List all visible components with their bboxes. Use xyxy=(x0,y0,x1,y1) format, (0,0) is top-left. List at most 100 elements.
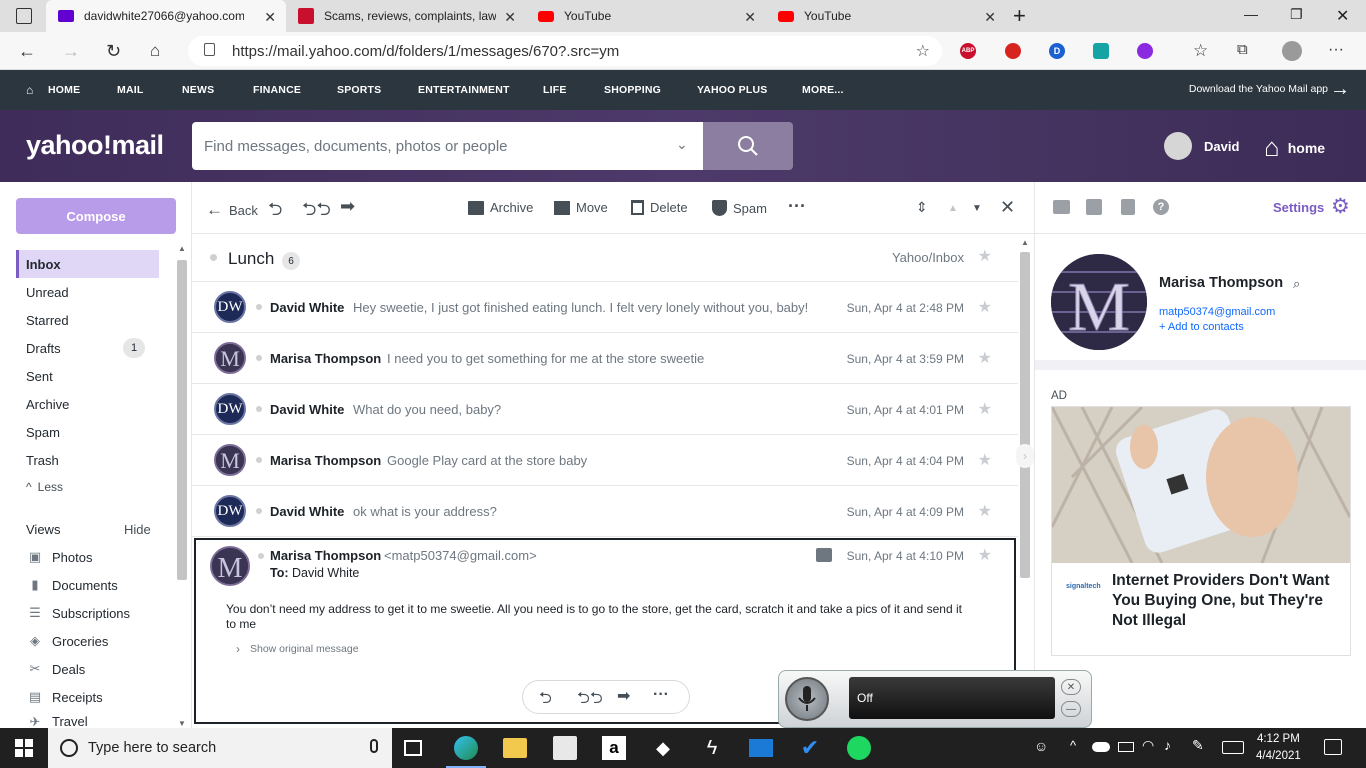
scroll-up-icon[interactable]: ▲ xyxy=(1021,238,1029,247)
nav-entertainment[interactable]: ENTERTAINMENT xyxy=(418,84,510,96)
star-icon[interactable]: ★ xyxy=(978,501,992,521)
more-options-icon[interactable]: ··· xyxy=(653,686,669,704)
star-icon[interactable]: ★ xyxy=(978,297,992,317)
archive-button[interactable]: Archive xyxy=(468,200,533,215)
print-icon[interactable] xyxy=(816,548,832,562)
star-icon[interactable]: ★ xyxy=(978,399,992,419)
reply-all-icon[interactable]: ⮌⮌ xyxy=(577,687,603,714)
scroll-up-icon[interactable]: ▲ xyxy=(178,244,186,253)
message-row[interactable]: DW David White Hey sweetie, I just got f… xyxy=(192,282,1018,333)
folder-inbox[interactable]: Inbox xyxy=(16,250,159,278)
tab-actions-icon[interactable] xyxy=(16,8,32,24)
message-scroll-thumb[interactable] xyxy=(1020,252,1030,578)
compose-button[interactable]: Compose xyxy=(16,198,176,234)
profile-avatar[interactable] xyxy=(1282,41,1302,61)
add-favorite-icon[interactable]: ☆ xyxy=(916,41,930,61)
folder-starred[interactable]: Starred xyxy=(16,306,159,334)
forward-arrow-icon[interactable]: → xyxy=(62,41,80,62)
home-icon[interactable]: ⌂ xyxy=(150,41,160,61)
todo-icon[interactable]: ✔ xyxy=(798,735,822,760)
star-extension-icon[interactable] xyxy=(1005,43,1021,59)
recipient-name[interactable]: David White xyxy=(292,566,359,580)
restore-icon[interactable]: ❐ xyxy=(1290,6,1303,23)
keyboard-icon[interactable] xyxy=(1222,741,1244,754)
arrow-right-icon[interactable]: → xyxy=(1330,78,1350,101)
expand-view-icon[interactable]: ⇕ xyxy=(916,199,928,216)
folder-drafts[interactable]: Drafts 1 xyxy=(16,334,159,362)
more-menu-icon[interactable]: ··· xyxy=(1328,41,1344,59)
user-menu[interactable]: David xyxy=(1164,132,1239,160)
hide-views-link[interactable]: Hide xyxy=(124,522,151,537)
file-explorer-icon[interactable] xyxy=(503,738,527,758)
nav-shopping[interactable]: SHOPPING xyxy=(604,84,661,96)
taskbar-search-input[interactable]: Type here to search xyxy=(48,728,392,768)
next-message-icon[interactable]: ▼ xyxy=(972,203,982,214)
reply-icon[interactable]: ⮌ xyxy=(268,197,282,227)
folder-spam[interactable]: Spam xyxy=(16,418,159,446)
view-documents[interactable]: ▮ Documents xyxy=(26,574,117,596)
tab-scams[interactable]: Scams, reviews, complaints, laws ✕ xyxy=(286,0,526,32)
tab-yahoo-mail[interactable]: davidwhite27066@yahoo.com - Y ✕ xyxy=(46,0,286,32)
help-icon[interactable]: ? xyxy=(1153,199,1169,215)
show-original-link[interactable]: › Show original message xyxy=(236,642,359,656)
nav-mail[interactable]: MAIL xyxy=(117,84,143,96)
edge-browser-icon[interactable] xyxy=(454,736,478,760)
tab-youtube-1[interactable]: YouTube ✕ xyxy=(526,0,766,32)
message-row[interactable]: DW David White ok what is your address? … xyxy=(192,486,1018,537)
star-icon[interactable]: ★ xyxy=(978,246,992,266)
nav-more[interactable]: MORE... xyxy=(802,84,844,96)
back-button[interactable]: ← Back xyxy=(206,200,258,220)
sidebar-scroll-thumb[interactable] xyxy=(177,260,187,580)
reply-icon[interactable]: ⮌ xyxy=(539,687,552,714)
spam-button[interactable]: Spam xyxy=(712,200,767,216)
pen-icon[interactable]: ✎ xyxy=(1192,737,1204,754)
search-button[interactable] xyxy=(703,122,793,170)
star-icon[interactable]: ★ xyxy=(978,545,992,565)
nav-sports[interactable]: SPORTS xyxy=(337,84,381,96)
minimize-icon[interactable]: — xyxy=(1244,6,1258,22)
yahoo-mail-logo[interactable]: yahoo!mail xyxy=(26,130,164,161)
contact-email[interactable]: matp50374@gmail.com xyxy=(1159,306,1275,318)
folder-archive[interactable]: Archive xyxy=(16,390,159,418)
wifi-icon[interactable]: ◠ xyxy=(1142,737,1154,754)
tray-chevron-icon[interactable]: ^ xyxy=(1070,738,1076,753)
spotify-icon[interactable] xyxy=(847,736,871,760)
home-link[interactable]: ⌂ home xyxy=(1264,132,1325,163)
nav-yahoo-plus[interactable]: YAHOO PLUS xyxy=(697,84,767,96)
back-arrow-icon[interactable]: ← xyxy=(18,41,36,62)
message-row[interactable]: DW David White What do you need, baby? S… xyxy=(192,384,1018,435)
message-row[interactable]: M Marisa Thompson I need you to get some… xyxy=(192,333,1018,384)
microphone-icon[interactable] xyxy=(370,739,378,753)
new-tab-icon[interactable]: + xyxy=(1013,3,1026,29)
notifications-icon[interactable] xyxy=(1324,739,1342,755)
mail-app-icon[interactable] xyxy=(749,739,773,757)
close-tab-icon[interactable]: ✕ xyxy=(264,9,276,26)
favorites-icon[interactable]: ☆ xyxy=(1193,41,1208,61)
chevron-down-icon[interactable]: ⌄ xyxy=(676,136,688,153)
delete-button[interactable]: Delete xyxy=(631,200,688,215)
search-input[interactable]: Find messages, documents, photos or peop… xyxy=(192,122,703,170)
url-field[interactable]: https://mail.yahoo.com/d/folders/1/messa… xyxy=(188,36,942,66)
battery-icon[interactable] xyxy=(1118,742,1134,752)
volume-icon[interactable]: ♪ xyxy=(1164,737,1171,753)
star-icon[interactable]: ★ xyxy=(978,348,992,368)
teal-extension-icon[interactable] xyxy=(1093,43,1109,59)
settings-link[interactable]: Settings xyxy=(1273,200,1324,215)
view-groceries[interactable]: ◈ Groceries xyxy=(26,630,108,652)
close-tab-icon[interactable]: ✕ xyxy=(744,9,756,26)
view-photos[interactable]: ▣ Photos xyxy=(26,546,93,568)
close-speech-icon[interactable]: ✕ xyxy=(1061,679,1081,695)
system-clock[interactable]: 4:12 PM 4/4/2021 xyxy=(1256,731,1301,765)
more-options-icon[interactable]: ··· xyxy=(788,196,806,217)
minimize-speech-icon[interactable]: — xyxy=(1061,701,1081,717)
move-button[interactable]: Move xyxy=(554,200,608,215)
message-row[interactable]: M Marisa Thompson Google Play card at th… xyxy=(192,435,1018,486)
gear-icon[interactable]: ⚙ xyxy=(1331,194,1350,219)
people-icon[interactable]: ☺ xyxy=(1034,738,1048,754)
close-window-icon[interactable]: ✕ xyxy=(1336,6,1349,26)
dropbox-icon[interactable]: ◆ xyxy=(651,736,675,760)
folder-sent[interactable]: Sent xyxy=(16,362,159,390)
contacts-icon[interactable] xyxy=(1053,200,1070,214)
power-automate-icon[interactable]: ϟ xyxy=(700,736,724,760)
onedrive-icon[interactable] xyxy=(1092,742,1110,752)
